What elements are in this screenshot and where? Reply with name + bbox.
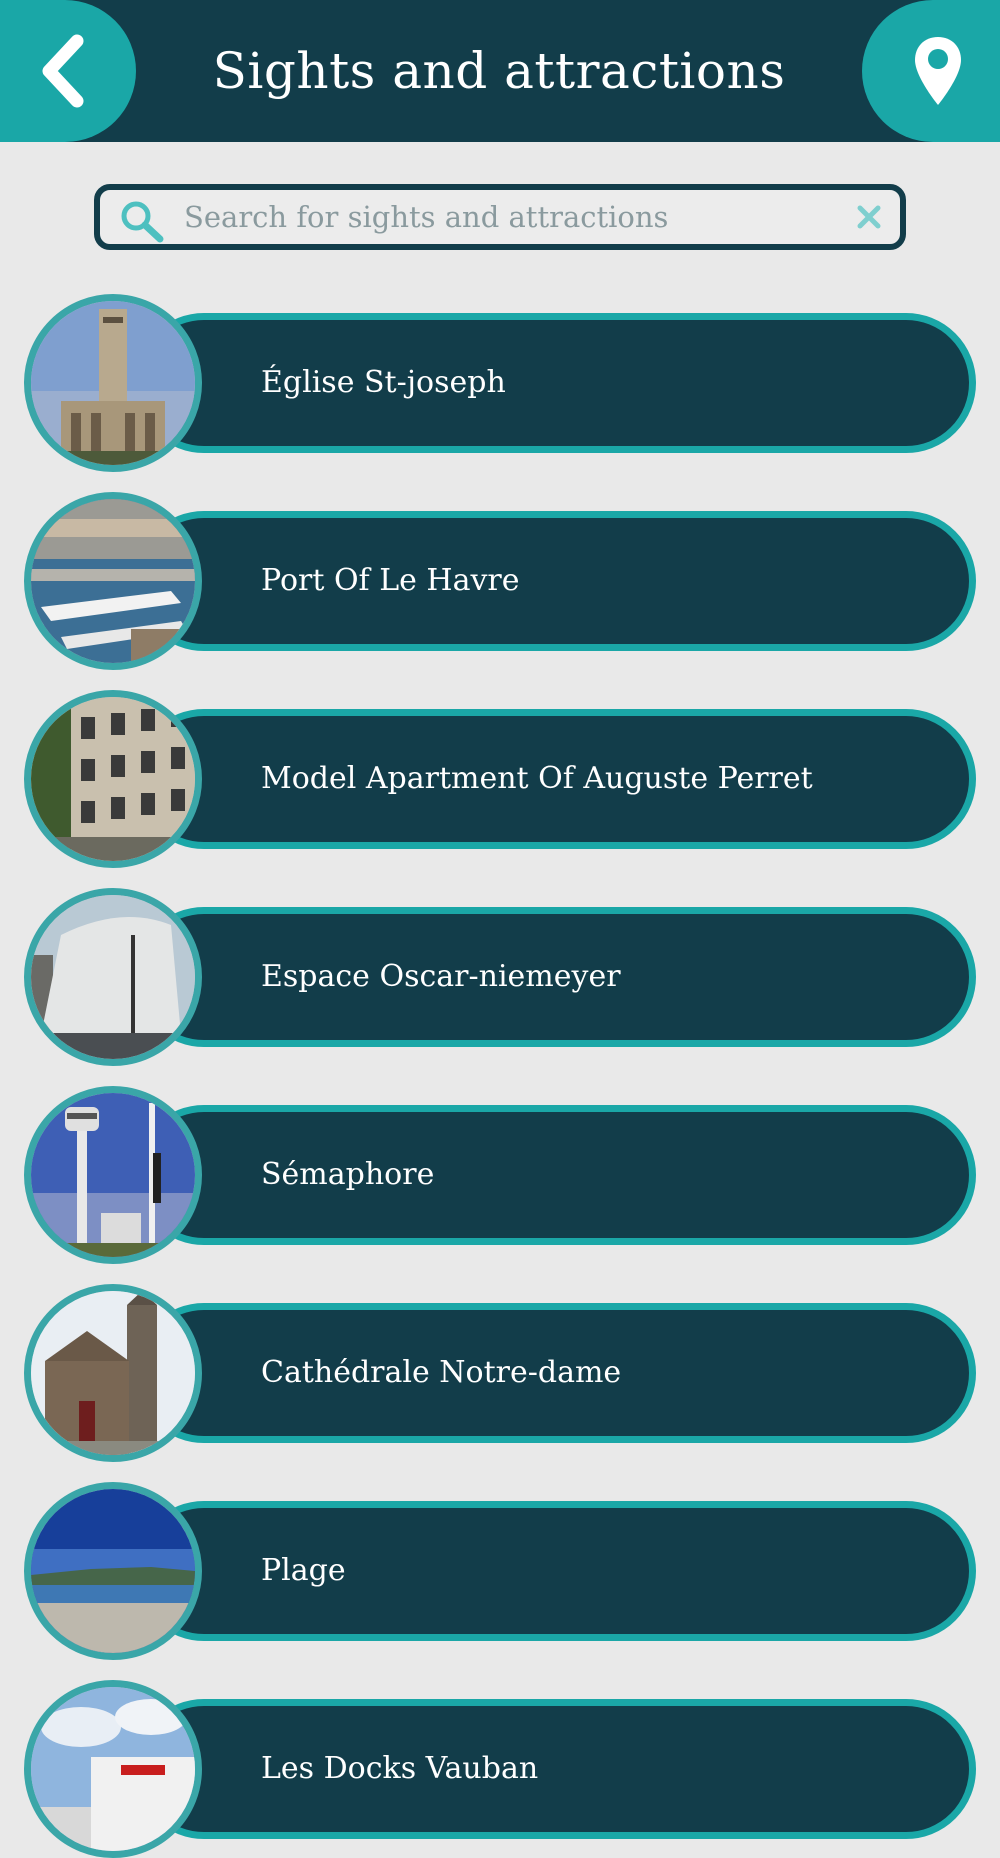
item-label: Espace Oscar-niemeyer xyxy=(261,959,621,994)
app-header: Sights and attractions xyxy=(0,0,1000,142)
apartment-building-photo xyxy=(24,690,202,868)
list-item[interactable]: Model Apartment Of Auguste Perret xyxy=(24,690,976,868)
docks-building-photo xyxy=(24,1680,202,1858)
search-bar xyxy=(94,184,906,250)
cathedral-photo xyxy=(24,1284,202,1462)
list-item[interactable]: Port Of Le Havre xyxy=(24,492,976,670)
item-label: Les Docks Vauban xyxy=(261,1751,539,1786)
close-icon[interactable] xyxy=(856,204,882,230)
list-item[interactable]: Plage xyxy=(24,1482,976,1660)
item-label: Cathédrale Notre-dame xyxy=(261,1355,622,1390)
list-item[interactable]: Cathédrale Notre-dame xyxy=(24,1284,976,1462)
item-label: Église St-joseph xyxy=(261,365,506,400)
item-label: Port Of Le Havre xyxy=(261,563,520,598)
location-button[interactable] xyxy=(862,0,1000,142)
church-tower-photo xyxy=(24,294,202,472)
beach-photo xyxy=(24,1482,202,1660)
search-input[interactable] xyxy=(184,190,824,244)
list-item[interactable]: Les Docks Vauban xyxy=(24,1680,976,1858)
item-label: Plage xyxy=(261,1553,346,1588)
search-icon xyxy=(121,201,164,243)
volcano-building-photo xyxy=(24,888,202,1066)
item-label: Sémaphore xyxy=(261,1157,435,1192)
semaphore-tower-photo xyxy=(24,1086,202,1264)
list-item[interactable]: Sémaphore xyxy=(24,1086,976,1264)
list-item[interactable]: Espace Oscar-niemeyer xyxy=(24,888,976,1066)
list-item[interactable]: Église St-joseph xyxy=(24,294,976,472)
item-label: Model Apartment Of Auguste Perret xyxy=(261,761,813,796)
map-pin-icon xyxy=(915,37,961,105)
page-title: Sights and attractions xyxy=(212,42,786,100)
back-button[interactable] xyxy=(0,0,136,142)
chevron-left-icon xyxy=(42,34,84,108)
port-aerial-photo xyxy=(24,492,202,670)
